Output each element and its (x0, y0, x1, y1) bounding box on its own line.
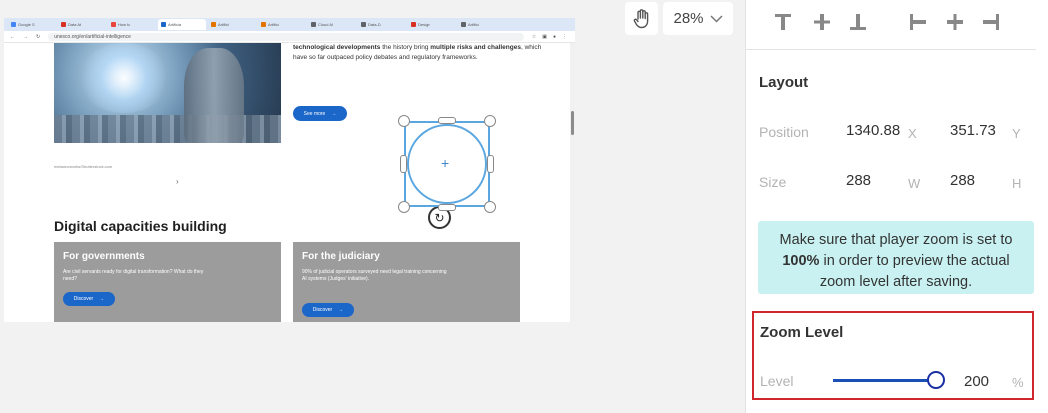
resize-handle-left[interactable] (400, 155, 407, 173)
address-bar: unesco.org/en/artificial-intelligence (48, 32, 524, 41)
align-horizontal-center-icon (947, 14, 963, 30)
align-vertical-center-icon (814, 14, 830, 30)
browser-tab: How to (108, 19, 156, 30)
zoom-area-selection[interactable]: + (398, 115, 496, 213)
card-judiciary: For the judiciary 90% of judicial operat… (293, 242, 520, 322)
resize-handle-right[interactable] (487, 155, 494, 173)
arrow-right-icon: → (331, 110, 337, 117)
align-top-icon (775, 14, 791, 30)
hand-tool-button[interactable] (625, 2, 658, 35)
browser-tab: Cloud Al (308, 19, 356, 30)
forward-icon: → (23, 33, 28, 40)
browser-tab: Google S (8, 19, 56, 30)
align-vertical-center-button[interactable] (810, 10, 834, 34)
canvas-zoom-select[interactable]: 28% (663, 2, 733, 35)
size-label: Size (759, 174, 787, 190)
zoom-level-slider-thumb[interactable] (927, 371, 945, 389)
browser-address-row: ← → ↻ unesco.org/en/artificial-intellige… (4, 31, 575, 43)
position-x-input[interactable]: 1340.88 (846, 122, 900, 139)
resize-handle-bottom-right[interactable] (484, 201, 496, 213)
align-right-button[interactable] (979, 10, 1003, 34)
hand-icon (633, 8, 648, 28)
menu-icon: ⋮ (562, 33, 567, 40)
resize-handle-bottom-left[interactable] (398, 201, 410, 213)
align-left-button[interactable] (906, 10, 930, 34)
section-title: Digital capacities building (54, 218, 227, 234)
zoom-level-value[interactable]: 200 (964, 373, 989, 390)
carousel-next-icon: › (176, 177, 179, 186)
center-crosshair-icon[interactable]: + (441, 155, 449, 171)
level-label: Level (760, 373, 794, 389)
align-bottom-button[interactable] (846, 10, 870, 34)
size-w-unit: W (908, 176, 921, 191)
star-icon: ☆ (531, 33, 537, 40)
resize-handle-bottom[interactable] (438, 204, 456, 211)
arrow-right-icon: → (99, 296, 105, 302)
profile-icon: ● (552, 33, 556, 40)
back-icon: ← (10, 33, 15, 40)
browser-tab: Data-D (358, 19, 406, 30)
editor-canvas[interactable]: Google S Data At How to Artificia Artifi… (0, 0, 745, 413)
hero-paragraph: technological developments the history b… (293, 44, 542, 61)
discover-button: Discover → (302, 303, 354, 317)
image-credit: metamorworks/Shutterstock.com (54, 164, 113, 169)
resize-handle-top-right[interactable] (484, 115, 496, 127)
browser-tab-active: Artificia (158, 19, 206, 30)
position-x-unit: X (908, 126, 917, 141)
see-more-button: See more → (293, 106, 347, 121)
resize-handle-top-left[interactable] (398, 115, 410, 127)
chevron-down-icon (709, 14, 723, 23)
zoom-level-slider-track[interactable] (833, 379, 936, 382)
browser-tab: Design (408, 19, 456, 30)
position-label: Position (759, 124, 809, 140)
resize-handle-top[interactable] (438, 117, 456, 124)
align-right-icon (983, 14, 999, 30)
browser-tab: Artifici (208, 19, 256, 30)
align-horizontal-center-button[interactable] (943, 10, 967, 34)
zoom-notice-banner: Make sure that player zoom is set to 100… (758, 221, 1034, 294)
extension-icon: ▣ (542, 33, 547, 40)
zoom-level-section: Zoom Level Level 200 % (752, 311, 1034, 400)
browser-tab-strip: Google S Data At How to Artificia Artifi… (4, 18, 575, 31)
layout-section-title: Layout (759, 74, 809, 91)
align-top-button[interactable] (771, 10, 795, 34)
browser-tab: Data At (58, 19, 106, 30)
card-governments: For governments Are civil servants ready… (54, 242, 281, 322)
hero-image (54, 43, 281, 143)
zoom-level-title: Zoom Level (760, 324, 844, 341)
size-h-input[interactable]: 288 (950, 172, 975, 189)
position-y-unit: Y (1012, 126, 1021, 141)
reload-icon: ↻ (36, 33, 41, 40)
size-w-input[interactable]: 288 (846, 172, 871, 189)
browser-scrollbar (570, 43, 575, 322)
align-bottom-icon (850, 14, 866, 30)
zoom-level-unit: % (1012, 375, 1024, 390)
browser-tab: Artifici (258, 19, 306, 30)
properties-panel: Layout Position 1340.88 X 351.73 Y Size … (745, 0, 1048, 413)
align-left-icon (910, 14, 926, 30)
position-y-input[interactable]: 351.73 (950, 122, 996, 139)
discover-button: Discover → (63, 292, 115, 306)
size-h-unit: H (1012, 176, 1022, 191)
arrow-right-icon: → (338, 307, 344, 313)
alignment-toolbar (746, 0, 1036, 50)
browser-tab: Artifici (458, 19, 506, 30)
